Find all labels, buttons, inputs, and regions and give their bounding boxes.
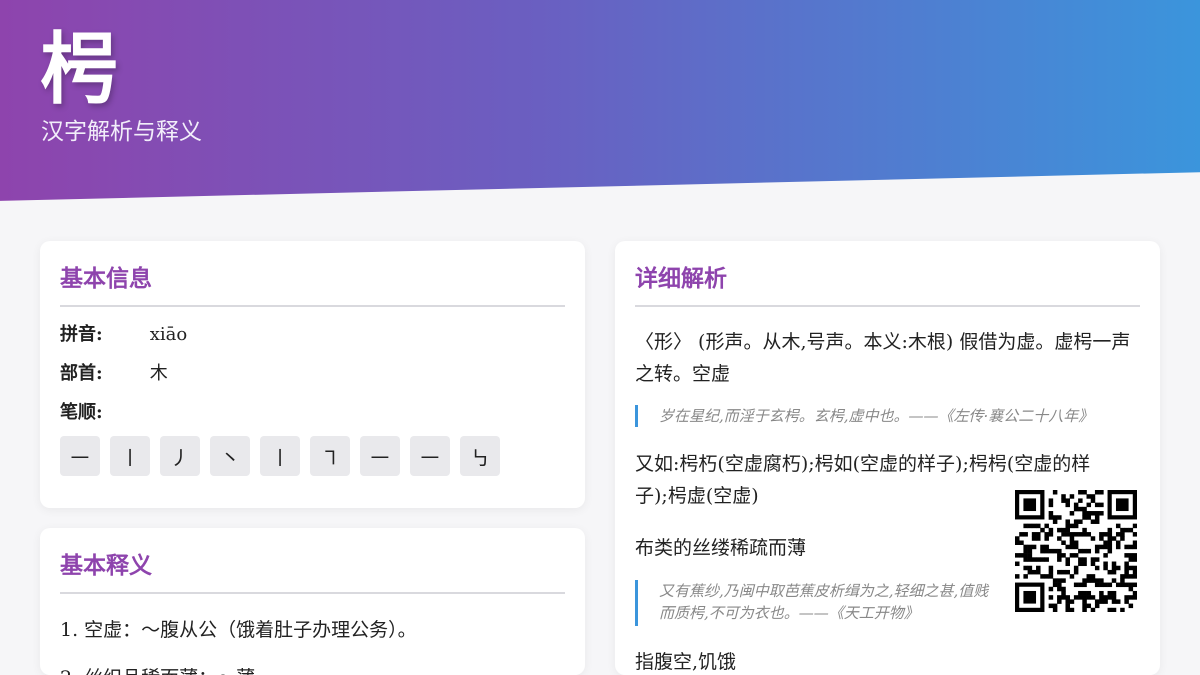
stroke-tile: ㇉	[460, 436, 500, 476]
stroke-tile: ㇐	[360, 436, 400, 476]
stroke-tile: ㇓	[160, 436, 200, 476]
strokes-label: 笔顺:	[60, 402, 103, 423]
hero-banner	[0, 0, 1200, 201]
radical-value: 木	[149, 363, 168, 384]
basic-meaning-card: 基本释义 1. 空虚：～腹从公（饿着肚子办理公务）。 2. 丝织品稀而薄：～薄。	[40, 528, 585, 675]
stroke-tile: ㇑	[260, 436, 300, 476]
stroke-tile: ㇐	[410, 436, 450, 476]
detail-paragraph: 〈形〉 (形声。从木,号声。本义:木根) 假借为虚。虚枵一声之转。空虚	[635, 331, 1131, 385]
basic-info-card: 基本信息 拼音: xiāo 部首: 木 笔顺: ㇐ ㇑ ㇓ ㇔ ㇑ ㇕ ㇐ ㇐ …	[40, 241, 585, 508]
stroke-tile: ㇑	[110, 436, 150, 476]
strokes-row: 笔顺:	[60, 401, 144, 425]
detail-title: 详细解析	[635, 265, 1140, 307]
pinyin-value: xiāo	[149, 324, 188, 345]
detail-quote: 又有蕉纱,乃闽中取芭蕉皮析缉为之,轻细之甚,值贱而质枵,不可为衣也。——《天工开…	[635, 580, 1000, 626]
character-title: 枵	[40, 24, 119, 115]
radical-label: 部首:	[60, 363, 103, 384]
meaning-item: 1. 空虚：～腹从公（饿着肚子办理公务）。	[60, 619, 417, 641]
stroke-tile: ㇐	[60, 436, 100, 476]
detail-paragraph: 指腹空,饥饿	[635, 651, 737, 673]
detail-quote: 岁在星纪,而淫于玄枵。玄枵,虚中也。——《左传·襄公二十八年》	[635, 405, 1140, 427]
pinyin-row: 拼音: xiāo	[60, 323, 187, 347]
stroke-tile: ㇔	[210, 436, 250, 476]
basic-meaning-title: 基本释义	[60, 552, 565, 594]
pinyin-label: 拼音:	[60, 324, 103, 345]
page-subtitle: 汉字解析与释义	[41, 119, 202, 145]
basic-info-title: 基本信息	[60, 265, 565, 307]
stroke-order-list: ㇐ ㇑ ㇓ ㇔ ㇑ ㇕ ㇐ ㇐ ㇉	[60, 436, 500, 476]
meaning-item: 2. 丝织品稀而薄：～薄。	[60, 662, 565, 675]
radical-row: 部首: 木	[60, 362, 168, 386]
qr-code-graphic	[1015, 490, 1138, 613]
stroke-tile: ㇕	[310, 436, 350, 476]
qr-code-icon[interactable]	[1015, 490, 1138, 613]
